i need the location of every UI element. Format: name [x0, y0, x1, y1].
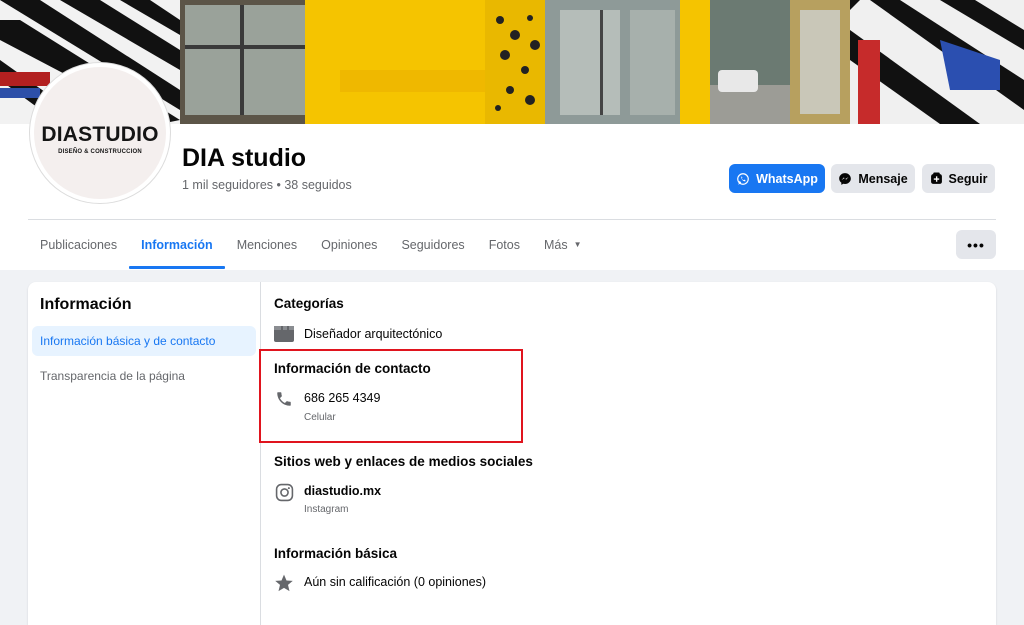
websites-social-title: Sitios web y enlaces de medios sociales [274, 454, 533, 469]
follow-button-label: Seguir [948, 171, 988, 186]
tab-fotos[interactable]: Fotos [477, 220, 532, 269]
about-sidebar-title: Información [40, 296, 132, 313]
tab-menciones[interactable]: Menciones [225, 220, 309, 269]
page-title[interactable]: DIA studio [182, 144, 306, 173]
tab-opiniones[interactable]: Opiniones [309, 220, 389, 269]
whatsapp-button-label: WhatsApp [756, 171, 818, 186]
avatar-brand-text: DIASTUDIO [41, 123, 159, 146]
star-icon [274, 573, 294, 593]
message-button[interactable]: Mensaje [831, 164, 915, 193]
sidebar-item-label: Información básica y de contacto [40, 334, 216, 348]
follow-button[interactable]: Seguir [922, 164, 995, 193]
page-follower-stats[interactable]: 1 mil seguidores • 38 seguidos [182, 178, 352, 192]
caret-down-icon: ▼ [573, 240, 582, 249]
tab-label: Menciones [236, 237, 298, 252]
messenger-icon [839, 172, 852, 185]
basic-info-title: Información básica [274, 546, 398, 561]
instagram-icon [274, 482, 294, 502]
sidebar-item-basic-contact[interactable]: Información básica y de contacto [32, 326, 256, 356]
tab-label: Publicaciones [40, 237, 118, 252]
tab-label: Seguidores [401, 237, 465, 252]
tab-label: Opiniones [321, 237, 378, 252]
instagram-handle-link[interactable]: diastudio.mx [304, 484, 381, 498]
contact-info-title: Información de contacto [274, 361, 431, 376]
tab-label: Más [543, 237, 568, 252]
contact-phone-type: Celular [304, 412, 336, 423]
category-value[interactable]: Diseñador arquitectónico [304, 327, 442, 341]
category-icon [274, 324, 294, 344]
tab-seguidores[interactable]: Seguidores [389, 220, 476, 269]
profile-avatar[interactable]: DIASTUDIO DISEÑO & CONSTRUCCION [30, 63, 170, 203]
more-options-button[interactable]: ••• [956, 230, 996, 259]
tab-label: Fotos [488, 237, 520, 252]
about-sidebar: Información Información básica y de cont… [28, 282, 261, 625]
page-tabs: Publicaciones Información Menciones Opin… [28, 220, 594, 269]
sidebar-item-transparency[interactable]: Transparencia de la página [32, 361, 256, 391]
avatar-tagline-text: DISEÑO & CONSTRUCCION [58, 149, 142, 155]
sidebar-item-label: Transparencia de la página [40, 369, 185, 383]
tab-label: Información [141, 237, 213, 252]
whatsapp-button[interactable]: WhatsApp [729, 164, 825, 193]
tab-mas[interactable]: Más ▼ [532, 220, 594, 269]
rating-status: Aún sin calificación (0 opiniones) [304, 575, 487, 589]
instagram-network-label: Instagram [304, 504, 349, 515]
tab-publicaciones[interactable]: Publicaciones [28, 220, 129, 269]
message-button-label: Mensaje [858, 171, 908, 186]
contact-phone[interactable]: 686 265 4349 [304, 391, 380, 405]
tab-informacion[interactable]: Información [129, 220, 225, 269]
categories-title: Categorías [274, 296, 344, 311]
phone-icon [274, 389, 294, 409]
follow-icon [930, 172, 942, 184]
whatsapp-icon [737, 172, 749, 185]
about-card: Información Información básica y de cont… [28, 282, 996, 625]
